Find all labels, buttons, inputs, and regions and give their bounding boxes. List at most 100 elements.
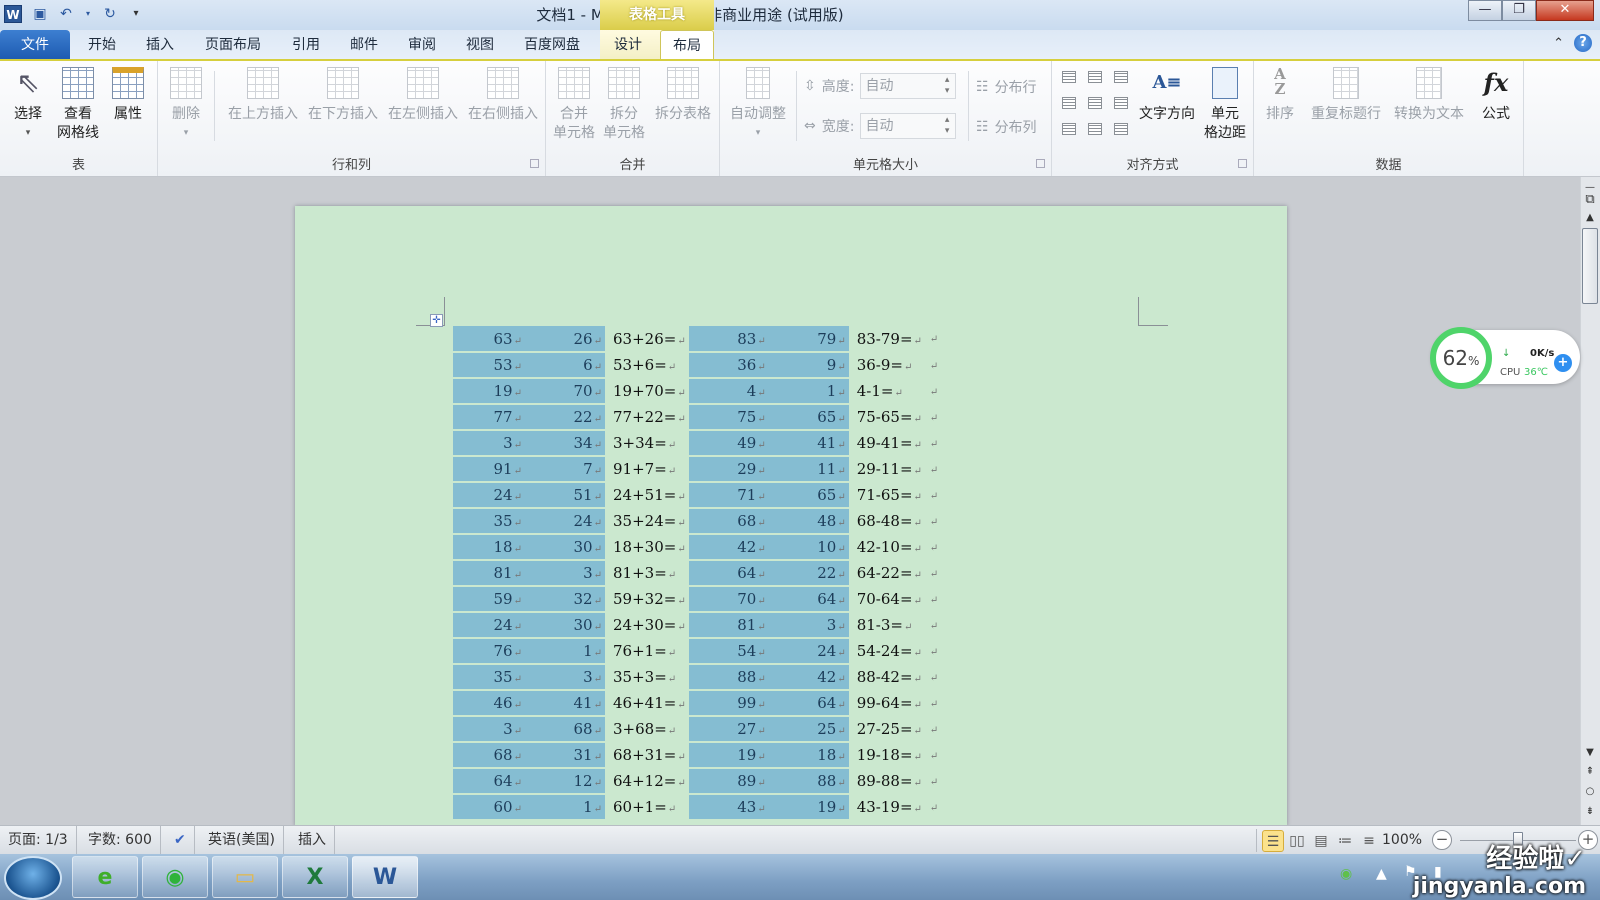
addition-expression[interactable]: 81+3=↵ bbox=[605, 560, 689, 587]
subtraction-expression[interactable]: 54-24=↵ bbox=[848, 638, 929, 665]
text-direction-button[interactable]: A≡ 文字方向 bbox=[1136, 67, 1198, 124]
subtraction-expression[interactable]: 64-22=↵ bbox=[848, 560, 929, 587]
operand-b[interactable]: 70↵ bbox=[525, 378, 605, 405]
operand-b[interactable]: 3↵ bbox=[525, 664, 605, 691]
row-end-mark[interactable]: ↵ bbox=[928, 482, 949, 509]
addition-expression[interactable]: 63+26=↵ bbox=[605, 326, 689, 353]
operand-d[interactable]: 25↵ bbox=[768, 716, 849, 743]
operand-a[interactable]: 76↵ bbox=[453, 638, 525, 665]
operand-b[interactable]: 1↵ bbox=[525, 794, 605, 821]
row-end-mark[interactable]: ↵ bbox=[928, 560, 949, 587]
tab-view[interactable]: 视图 bbox=[458, 30, 502, 60]
addition-expression[interactable]: 19+70=↵ bbox=[605, 378, 689, 405]
operand-a[interactable]: 53↵ bbox=[453, 352, 525, 379]
operand-b[interactable]: 30↵ bbox=[525, 534, 605, 561]
operand-c[interactable]: 43↵ bbox=[688, 794, 769, 821]
subtraction-expression[interactable]: 83-79=↵ bbox=[848, 326, 929, 353]
operand-c[interactable]: 36↵ bbox=[688, 352, 769, 379]
row-end-mark[interactable]: ↵ bbox=[928, 742, 949, 769]
dialog-launcher-icon[interactable] bbox=[1238, 159, 1247, 168]
start-button[interactable] bbox=[4, 856, 62, 900]
zoom-out-button[interactable]: − bbox=[1432, 830, 1452, 850]
operand-c[interactable]: 29↵ bbox=[688, 456, 769, 483]
full-screen-reading-icon[interactable]: ▯▯ bbox=[1286, 830, 1308, 852]
row-end-mark[interactable]: ↵ bbox=[928, 456, 949, 483]
row-end-mark[interactable]: ↵ bbox=[928, 430, 949, 457]
operand-d[interactable]: 1↵ bbox=[768, 378, 849, 405]
subtraction-expression[interactable]: 99-64=↵ bbox=[848, 690, 929, 717]
addition-expression[interactable]: 3+68=↵ bbox=[605, 716, 689, 743]
subtraction-expression[interactable]: 19-18=↵ bbox=[848, 742, 929, 769]
operand-b[interactable]: 68↵ bbox=[525, 716, 605, 743]
cell-margins-button[interactable]: 单元 格边距 bbox=[1200, 67, 1250, 143]
operand-c[interactable]: 83↵ bbox=[688, 326, 769, 353]
subtraction-expression[interactable]: 43-19=↵ bbox=[848, 794, 929, 821]
align-middle-right-icon[interactable] bbox=[1114, 97, 1128, 109]
align-middle-left-icon[interactable] bbox=[1062, 97, 1076, 109]
addition-expression[interactable]: 35+3=↵ bbox=[605, 664, 689, 691]
operand-c[interactable]: 54↵ bbox=[688, 638, 769, 665]
scroll-down-icon[interactable]: ▼ bbox=[1580, 747, 1600, 758]
operand-d[interactable]: 88↵ bbox=[768, 768, 849, 795]
subtraction-expression[interactable]: 36-9=↵ bbox=[848, 352, 929, 379]
operand-a[interactable]: 18↵ bbox=[453, 534, 525, 561]
subtraction-expression[interactable]: 75-65=↵ bbox=[848, 404, 929, 431]
proofing-icon[interactable]: ✔ bbox=[166, 826, 195, 855]
align-bottom-left-icon[interactable] bbox=[1062, 123, 1076, 135]
align-top-left-icon[interactable] bbox=[1062, 71, 1076, 83]
operand-a[interactable]: 63↵ bbox=[453, 326, 525, 353]
tab-file[interactable]: 文件 bbox=[0, 30, 70, 60]
operand-a[interactable]: 24↵ bbox=[453, 482, 525, 509]
table-move-handle-icon[interactable]: ✛ bbox=[430, 314, 443, 327]
tab-design[interactable]: 设计 bbox=[604, 30, 652, 60]
operand-d[interactable]: 9↵ bbox=[768, 352, 849, 379]
operand-b[interactable]: 51↵ bbox=[525, 482, 605, 509]
operand-d[interactable]: 64↵ bbox=[768, 690, 849, 717]
operand-d[interactable]: 19↵ bbox=[768, 794, 849, 821]
operand-a[interactable]: 46↵ bbox=[453, 690, 525, 717]
row-end-mark[interactable]: ↵ bbox=[928, 664, 949, 691]
insert-above-button[interactable]: 在上方插入 bbox=[224, 67, 302, 124]
subtraction-expression[interactable]: 68-48=↵ bbox=[848, 508, 929, 535]
operand-b[interactable]: 32↵ bbox=[525, 586, 605, 613]
operand-b[interactable]: 30↵ bbox=[525, 612, 605, 639]
tab-insert[interactable]: 插入 bbox=[138, 30, 182, 60]
tab-layout[interactable]: 布局 bbox=[660, 30, 714, 60]
operand-c[interactable]: 89↵ bbox=[688, 768, 769, 795]
sort-button[interactable]: AZ 排序 bbox=[1260, 67, 1300, 124]
subtraction-expression[interactable]: 70-64=↵ bbox=[848, 586, 929, 613]
addition-expression[interactable]: 64+12=↵ bbox=[605, 768, 689, 795]
subtraction-expression[interactable]: 89-88=↵ bbox=[848, 768, 929, 795]
operand-d[interactable]: 22↵ bbox=[768, 560, 849, 587]
operand-b[interactable]: 26↵ bbox=[525, 326, 605, 353]
outline-view-icon[interactable]: ≔ bbox=[1334, 830, 1356, 852]
operand-b[interactable]: 41↵ bbox=[525, 690, 605, 717]
row-end-mark[interactable]: ↵ bbox=[928, 534, 949, 561]
subtraction-expression[interactable]: 27-25=↵ bbox=[848, 716, 929, 743]
row-end-mark[interactable]: ↵ bbox=[928, 794, 949, 821]
repeat-header-rows-button[interactable]: 重复标题行 bbox=[1306, 67, 1386, 124]
minimize-ribbon-icon[interactable]: ⌃ bbox=[1553, 36, 1564, 51]
operand-b[interactable]: 6↵ bbox=[525, 352, 605, 379]
operand-d[interactable]: 3↵ bbox=[768, 612, 849, 639]
tab-page-layout[interactable]: 页面布局 bbox=[200, 30, 266, 60]
operand-b[interactable]: 22↵ bbox=[525, 404, 605, 431]
row-end-mark[interactable]: ↵ bbox=[928, 326, 949, 353]
insert-left-button[interactable]: 在左侧插入 bbox=[384, 67, 462, 124]
operand-d[interactable]: 79↵ bbox=[768, 326, 849, 353]
operand-d[interactable]: 24↵ bbox=[768, 638, 849, 665]
align-top-center-icon[interactable] bbox=[1088, 71, 1102, 83]
subtraction-expression[interactable]: 49-41=↵ bbox=[848, 430, 929, 457]
browse-object-icon[interactable]: ○ bbox=[1580, 786, 1600, 797]
operand-c[interactable]: 4↵ bbox=[688, 378, 769, 405]
show-hidden-icons-icon[interactable]: ▲ bbox=[1376, 866, 1387, 882]
operand-c[interactable]: 88↵ bbox=[688, 664, 769, 691]
formula-button[interactable]: fx 公式 bbox=[1474, 67, 1518, 124]
operand-a[interactable]: 91↵ bbox=[453, 456, 525, 483]
addition-expression[interactable]: 46+41=↵ bbox=[605, 690, 689, 717]
addition-expression[interactable]: 77+22=↵ bbox=[605, 404, 689, 431]
memory-usage-ring[interactable]: 62% bbox=[1430, 327, 1492, 389]
addition-expression[interactable]: 60+1=↵ bbox=[605, 794, 689, 821]
operand-b[interactable]: 7↵ bbox=[525, 456, 605, 483]
explorer-icon[interactable]: ▭ bbox=[212, 856, 278, 898]
